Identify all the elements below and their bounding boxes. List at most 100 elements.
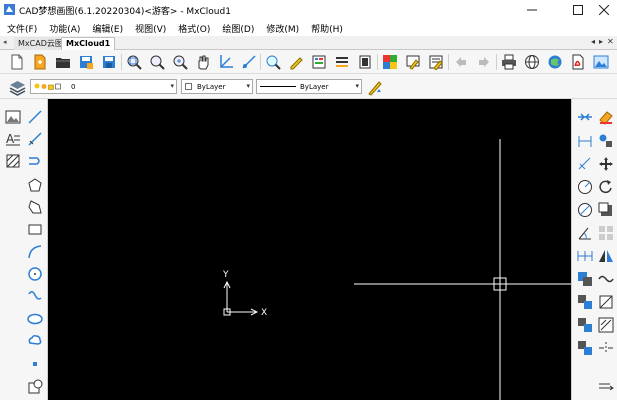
polygon-button[interactable] [24, 196, 45, 217]
break-button[interactable] [595, 337, 616, 358]
zoom-extents-button[interactable] [147, 52, 167, 72]
mirror-button[interactable] [595, 245, 616, 266]
move-button[interactable] [595, 153, 616, 174]
layer-properties-icon [312, 55, 326, 69]
eraser-button[interactable] [595, 106, 616, 127]
spline-button[interactable] [24, 285, 45, 306]
tab-mxcad-cloud[interactable]: MxCAD云图 [14, 37, 67, 50]
properties-palette-icon [429, 55, 443, 70]
menu-file[interactable]: 文件(F) [7, 22, 37, 35]
dimension-aligned-button[interactable] [574, 153, 595, 174]
tab-prev-button[interactable]: ◂ [591, 37, 595, 46]
save-as-button[interactable] [76, 52, 96, 72]
point-button[interactable] [24, 353, 45, 374]
minimize-button[interactable] [517, 0, 547, 20]
layer-states-button[interactable] [332, 52, 352, 72]
layer-manager-button[interactable] [7, 77, 27, 97]
hatch-button[interactable] [2, 150, 23, 171]
dimension-radius-button[interactable] [574, 176, 595, 197]
zoom-previous-button[interactable] [263, 52, 283, 72]
tab-next-button[interactable]: ▸ [599, 37, 603, 46]
undo-button[interactable] [451, 52, 471, 72]
redo-button[interactable] [474, 52, 494, 72]
pen-edit-button[interactable] [286, 52, 306, 72]
ellipse-button[interactable] [24, 308, 45, 329]
copy-objects-button[interactable] [595, 130, 616, 151]
properties-palette-button[interactable] [426, 52, 446, 72]
trim-button[interactable] [574, 106, 595, 127]
dimension-diameter-button[interactable] [574, 199, 595, 220]
pentagon-button[interactable] [24, 174, 45, 195]
eraser-icon [598, 110, 613, 125]
save-button[interactable] [99, 52, 119, 72]
color-select[interactable]: ByLayer ▾ [181, 79, 253, 94]
construction-line-button[interactable] [24, 128, 45, 149]
layer-states-icon [336, 57, 348, 67]
dimension-angular-button[interactable] [574, 222, 595, 243]
chevron-down-icon[interactable]: ▾ [355, 82, 359, 90]
menu-help[interactable]: 帮助(H) [311, 22, 343, 35]
pan-hand-button[interactable] [193, 52, 213, 72]
new-file-button[interactable] [7, 52, 27, 72]
stretch-button[interactable] [574, 268, 595, 289]
menu-view[interactable]: 视图(V) [135, 22, 166, 35]
brush-settings-button[interactable] [365, 77, 385, 97]
chamfer-button[interactable] [574, 314, 595, 335]
ucs-origin-button[interactable] [239, 52, 259, 72]
polyline-button[interactable] [24, 150, 45, 171]
tab-mxcloud1[interactable]: MxCloud1 [61, 37, 116, 50]
block-insert-button[interactable] [24, 376, 45, 397]
circle-button[interactable] [24, 263, 45, 284]
line-button[interactable] [24, 106, 45, 127]
cloud-globe-button[interactable] [545, 52, 565, 72]
menu-edit[interactable]: 编辑(E) [92, 22, 123, 35]
image-insert-button[interactable] [2, 106, 23, 127]
ucs-axes-button[interactable] [216, 52, 236, 72]
close-button[interactable] [589, 0, 617, 20]
chevron-down-icon[interactable]: ▾ [246, 82, 250, 90]
menu-function[interactable]: 功能(A) [49, 22, 80, 35]
continue-dim-button[interactable] [574, 245, 595, 266]
pdf-export-button[interactable] [568, 52, 588, 72]
offset-button[interactable] [595, 199, 616, 220]
menu-modify[interactable]: 修改(M) [266, 22, 299, 35]
array-button[interactable] [595, 222, 616, 243]
chevron-down-icon[interactable]: ▾ [170, 82, 174, 90]
drawing-canvas[interactable]: Y X [48, 99, 571, 400]
arc-button[interactable] [24, 241, 45, 262]
rotate-icon [598, 179, 612, 193]
color-swatch-icon [55, 83, 61, 90]
menu-format[interactable]: 格式(O) [178, 22, 210, 35]
zoom-realtime-button[interactable] [170, 52, 190, 72]
color-settings-button[interactable] [380, 52, 400, 72]
fillet-button[interactable] [574, 291, 595, 312]
extend-button[interactable] [574, 337, 595, 358]
layer-select[interactable]: 0 ▾ [30, 79, 177, 94]
tab-scroll-left-button[interactable]: ◂ [3, 38, 7, 46]
lengthen-button[interactable] [595, 375, 616, 396]
layer-off-button[interactable] [355, 52, 375, 72]
rotate-button[interactable] [595, 176, 616, 197]
linetype-select[interactable]: ByLayer ▾ [256, 79, 362, 94]
open-file-button[interactable] [30, 52, 50, 72]
revision-cloud-button[interactable] [24, 330, 45, 351]
web-globe-button[interactable] [522, 52, 542, 72]
dimension-linear-button[interactable] [574, 130, 595, 151]
zoom-window-button[interactable] [124, 52, 144, 72]
layer-match-button[interactable] [403, 52, 423, 72]
stretch-icon [577, 271, 592, 286]
tab-close-button[interactable]: ✕ [607, 37, 614, 46]
explode-button[interactable] [595, 268, 616, 289]
text-button[interactable]: A [2, 128, 23, 149]
open-folder-button[interactable] [53, 52, 73, 72]
undo-icon [456, 57, 466, 67]
scale-button[interactable] [595, 291, 616, 312]
offset-icon [598, 202, 612, 216]
image-export-button[interactable] [591, 52, 611, 72]
measure-button[interactable] [595, 314, 616, 335]
print-button[interactable] [499, 52, 519, 72]
rectangle-icon [28, 224, 41, 234]
rectangle-button[interactable] [24, 218, 45, 239]
layer-properties-button[interactable] [309, 52, 329, 72]
menu-draw[interactable]: 绘图(D) [222, 22, 254, 35]
